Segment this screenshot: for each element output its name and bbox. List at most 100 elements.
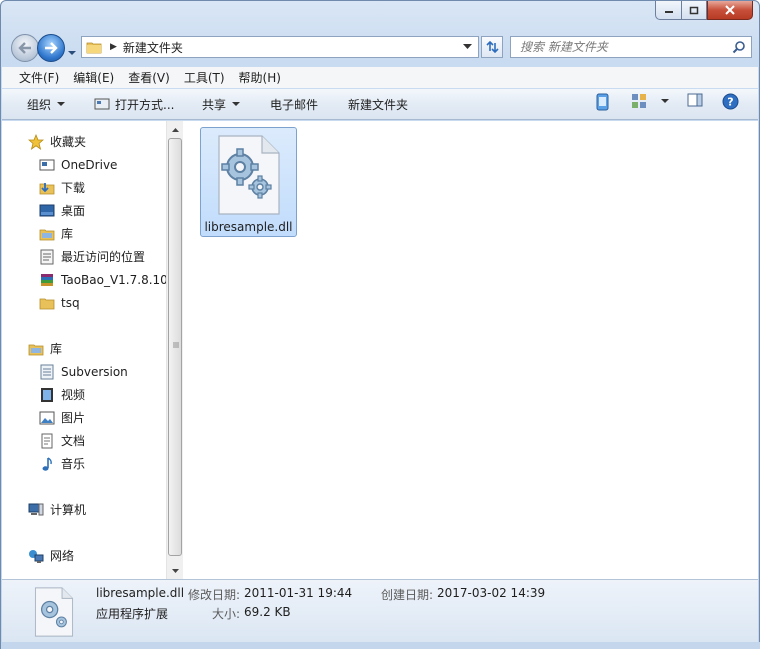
nav-libraries[interactable]: 库 [28, 338, 62, 359]
nav-item-label: 库 [61, 227, 74, 241]
file-name: libresample.dll [204, 220, 293, 234]
nav-item-videos[interactable]: 视频 [39, 384, 85, 405]
nav-network[interactable]: 网络 [28, 545, 74, 566]
size-label: 大小: [212, 607, 241, 621]
desktop-icon [39, 203, 55, 219]
documents-icon [39, 433, 55, 449]
minimize-icon [664, 11, 673, 13]
modified-label: 修改日期: [188, 588, 241, 602]
menu-file[interactable]: 文件(F) [12, 69, 66, 86]
library-icon [28, 341, 44, 357]
pictures-icon [39, 410, 55, 426]
nav-item-pictures[interactable]: 图片 [39, 407, 85, 428]
menu-edit[interactable]: 编辑(E) [66, 69, 121, 86]
help-button[interactable]: ? [722, 93, 739, 110]
search-box[interactable] [510, 36, 752, 58]
chevron-down-icon [661, 98, 669, 103]
email-button[interactable]: 电子邮件 [270, 92, 318, 116]
nav-item-documents[interactable]: 文档 [39, 430, 85, 451]
music-note-icon [39, 456, 55, 472]
nav-item-label: TaoBao_V1.7.8.10_ [61, 272, 167, 287]
nav-item-downloads[interactable]: 下载 [39, 177, 85, 198]
library-icon [39, 226, 55, 242]
nav-computer-label: 计算机 [50, 503, 87, 517]
details-pane-toggle[interactable] [687, 93, 703, 107]
nav-item-tsq[interactable]: tsq [39, 292, 80, 313]
menu-help[interactable]: 帮助(H) [232, 69, 288, 86]
chevron-up-icon [172, 127, 179, 132]
nav-item-taobao[interactable]: TaoBao_V1.7.8.10_ [39, 269, 167, 290]
nav-item-subversion[interactable]: Subversion [39, 361, 128, 382]
close-button[interactable] [707, 1, 753, 20]
phone-preview-icon [596, 93, 609, 111]
nav-computer[interactable]: 计算机 [28, 499, 86, 520]
grip-icon [173, 342, 179, 348]
help-icon: ? [722, 93, 739, 110]
nav-item-label: 下载 [61, 181, 86, 195]
nav-item-recent-places[interactable]: 最近访问的位置 [39, 246, 145, 267]
search-input[interactable] [520, 40, 732, 54]
back-arrow-icon [18, 42, 31, 54]
pane-layout-icon [687, 93, 703, 107]
address-bar[interactable]: ▶ 新建文件夹 [81, 36, 479, 58]
caption-buttons [655, 1, 753, 20]
nav-item-libraries-fav[interactable]: 库 [39, 223, 73, 244]
details-pane: libresample.dll 应用程序扩展 修改日期: 2011-01-31 … [2, 579, 758, 642]
recent-pages-dropdown[interactable] [67, 45, 77, 59]
address-dropdown-icon[interactable] [463, 44, 472, 50]
preview-pane-toggle[interactable] [596, 93, 610, 111]
scroll-thumb[interactable] [168, 138, 182, 556]
forward-arrow-icon [45, 42, 58, 54]
nav-item-label: 图片 [61, 411, 86, 425]
svg-text:?: ? [727, 96, 733, 109]
file-list[interactable]: libresample.dll [185, 121, 758, 579]
nav-favorites[interactable]: 收藏夹 [28, 131, 86, 152]
nav-item-label: 文档 [61, 434, 86, 448]
view-options-button[interactable] [631, 93, 669, 109]
back-button[interactable] [11, 34, 39, 62]
breadcrumb-separator[interactable]: ▶ [110, 42, 117, 52]
dll-gear-icon [34, 587, 74, 637]
details-type: 应用程序扩展 [96, 607, 169, 621]
created-value: 2017-03-02 14:39 [437, 586, 546, 600]
file-item[interactable]: libresample.dll [200, 127, 297, 237]
breadcrumb-current[interactable]: 新建文件夹 [123, 39, 183, 56]
search-icon[interactable] [732, 40, 746, 54]
dll-gear-icon [218, 135, 280, 215]
menu-tools[interactable]: 工具(T) [177, 69, 232, 86]
organize-button[interactable]: 组织 [27, 92, 66, 116]
nav-favorites-label: 收藏夹 [50, 135, 87, 149]
downloads-folder-icon [39, 180, 55, 196]
menu-view[interactable]: 查看(V) [121, 69, 177, 86]
size-value: 69.2 KB [244, 605, 291, 619]
navigation-pane[interactable]: 收藏夹 OneDrive 下载 桌面 库 最近访问的位置 TaoBao_V1.7… [2, 121, 167, 579]
video-icon [39, 387, 55, 403]
nav-item-desktop[interactable]: 桌面 [39, 200, 85, 221]
new-folder-button[interactable]: 新建文件夹 [348, 92, 408, 116]
nav-item-music[interactable]: 音乐 [39, 453, 85, 474]
open-with-label: 打开方式... [115, 97, 175, 112]
refresh-button[interactable] [481, 36, 503, 58]
scroll-up-button[interactable] [167, 121, 184, 138]
details-filename: libresample.dll [96, 586, 185, 600]
computer-icon [28, 502, 44, 518]
nav-item-label: 视频 [61, 388, 86, 402]
open-with-button[interactable]: 打开方式... [94, 92, 174, 116]
chevron-down-icon [57, 101, 66, 106]
nav-item-label: 最近访问的位置 [61, 250, 146, 264]
nav-libraries-label: 库 [50, 342, 63, 356]
view-grid-icon [632, 94, 646, 108]
scroll-down-button[interactable] [167, 562, 184, 579]
forward-button[interactable] [37, 34, 65, 62]
minimize-button[interactable] [655, 1, 681, 20]
maximize-button[interactable] [681, 1, 707, 20]
folder-icon [39, 295, 55, 311]
window-bottom-border [1, 642, 760, 649]
star-icon [28, 133, 44, 150]
share-button[interactable]: 共享 [202, 92, 241, 116]
refresh-icon [486, 40, 499, 54]
nav-item-onedrive[interactable]: OneDrive [39, 154, 117, 175]
chevron-down-icon [68, 51, 76, 55]
email-label: 电子邮件 [270, 97, 319, 112]
nav-scrollbar[interactable] [166, 121, 183, 579]
